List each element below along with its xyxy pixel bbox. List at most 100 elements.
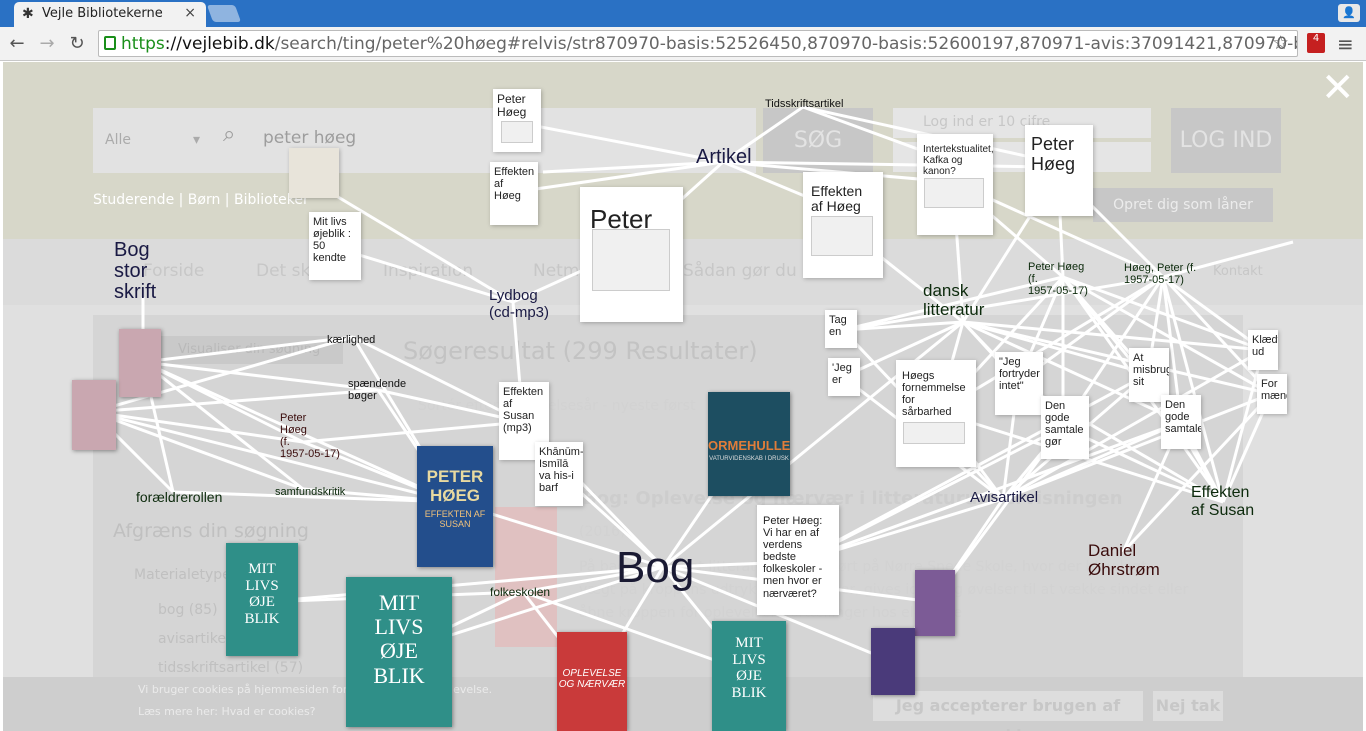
card-label: "Jeg fortryder intet" [999, 356, 1040, 393]
site-favicon-icon: ✱ [22, 6, 34, 22]
card-small-book-image[interactable] [289, 148, 339, 198]
card-peter-hoeg-right[interactable]: Peter Høeg [1025, 125, 1093, 216]
card-tag-en[interactable]: Tag en [825, 310, 857, 348]
subject-hoeg-peter[interactable]: Høeg, Peter (f. 1957-05-17) [1124, 262, 1196, 286]
card-intertekstualitet[interactable]: Intertekstualitet, Kafka og kanon? [917, 134, 993, 235]
card-label: Effekten af Høeg [811, 183, 863, 215]
card-label: Khānūm-i Ismīlā va his-i barf [539, 446, 583, 495]
url-scheme: https [121, 34, 165, 54]
hub-artikel[interactable]: Artikel [696, 146, 752, 168]
card-label: Tag en [829, 314, 847, 339]
browser-tab[interactable]: ✱ Vejle Bibliotekerne × [14, 2, 206, 27]
tab-title: Vejle Bibliotekerne [42, 6, 163, 21]
close-visualization-icon[interactable]: ✕ [1321, 68, 1355, 108]
close-tab-icon[interactable]: × [184, 5, 196, 21]
hub-avisartikel[interactable]: Avisartikel [970, 489, 1038, 507]
new-tab-button[interactable] [206, 5, 242, 22]
graph-edge [262, 565, 664, 604]
menu-icon[interactable]: ≡ [1337, 32, 1354, 56]
cover-daniel-ohrstrom-2[interactable] [871, 628, 915, 695]
card-klaedt-ud[interactable]: Klædt ud [1248, 330, 1278, 370]
card-den-gode-samtale[interactable]: Den gode samtale [1161, 395, 1201, 449]
page: Alle ▾ ⌕ peter høeg SØG Log ind er 10 ci… [3, 62, 1363, 731]
subject-peter-hoeg[interactable]: Peter Høeg (f. 1957-05-17) [280, 412, 340, 460]
card-label: Intertekstualitet, Kafka og kanon? [923, 144, 993, 177]
card-label: Effekten af Susan (mp3) [503, 386, 544, 435]
card-label: Mit livs øjeblik : 50 kendte [313, 216, 351, 265]
cover-author: PETER HØEG [426, 467, 484, 505]
card-mit-livs-ojeblik[interactable]: Mit livs øjeblik : 50 kendte [309, 212, 361, 280]
hub-bog-stor-skrift[interactable]: Bog stor skrift [114, 240, 156, 303]
subject-samfundskritik[interactable]: samfundskritik [275, 486, 345, 498]
card-jeg-er[interactable]: 'Jeg er [828, 358, 860, 396]
card-label: 'Jeg er [832, 362, 852, 387]
hub-lydbog[interactable]: Lydbog (cd-mp3) [489, 287, 549, 321]
lock-icon [104, 36, 116, 50]
hub-tidsskriftsartikel[interactable]: Tidsskriftsartikel [765, 98, 843, 110]
hub-bog[interactable]: Bog [616, 543, 694, 592]
graph-edge [514, 120, 724, 164]
card-at-misbruge-sit[interactable]: At misbruge sit [1129, 348, 1169, 402]
subject-daniel-ohrstrom[interactable]: Daniel Øhrstrøm [1088, 541, 1160, 579]
subject-peter-hoeg-2[interactable]: Peter Høeg (f. 1957-05-17) [1028, 261, 1088, 297]
ublock-extension-icon[interactable]: 4 [1307, 33, 1325, 53]
reload-icon[interactable]: ↻ [66, 33, 88, 54]
document-icon [811, 216, 873, 256]
card-label: Peter Høeg: Vi har en af verdens bedste … [763, 515, 823, 600]
forward-icon[interactable]: → [36, 33, 58, 54]
card-hoegs-fornemmelse[interactable]: Høegs fornemmelse for sårbarhed [896, 360, 976, 467]
card-label: For mænd [1261, 378, 1287, 403]
cover-title: MIT LIVS ØJE BLIK [731, 635, 767, 701]
card-effekten-mid[interactable]: Effekten af Høeg [803, 172, 883, 278]
graph-edge [92, 410, 304, 491]
cover-stor-skrift-1[interactable] [119, 329, 161, 397]
card-for-maend[interactable]: For mænd [1257, 374, 1287, 414]
back-icon[interactable]: ← [6, 33, 28, 54]
url-host: ://vejlebib.dk [164, 34, 275, 54]
tab-bar: ✱ Vejle Bibliotekerne × 👤 [0, 0, 1366, 27]
card-label: Den gode samtale [1165, 399, 1201, 436]
card-label: Klædt ud [1252, 334, 1278, 359]
cover-mit-livs-ojeblik-1[interactable]: MIT LIVS ØJE BLIK [226, 543, 298, 656]
subject-foraeldrerollen[interactable]: forældrerollen [136, 489, 222, 505]
cover-ormehullet[interactable]: ORMEHULLEN VATURVIDENSKAB I DRUSK [708, 392, 790, 496]
card-label: Høegs fornemmelse for sårbarhed [902, 370, 966, 419]
graph-edge [842, 275, 1164, 332]
subject-dansk-litteratur[interactable]: dansk litteratur [923, 281, 984, 319]
card-den-gode-samtale-gor[interactable]: Den gode samtale gør [1041, 396, 1089, 459]
cover-subtitle: VATURVIDENSKAB I DRUSK [709, 456, 789, 462]
cover-daniel-ohrstrom-1[interactable] [915, 570, 955, 636]
document-icon [924, 178, 984, 208]
graph-edge [142, 360, 379, 392]
card-peter-hoeg-small[interactable]: Peter Høeg [493, 89, 541, 152]
ext-badge: 4 [1312, 33, 1320, 44]
card-peter-hoeg-folkeskoler[interactable]: Peter Høeg: Vi har en af verdens bedste … [757, 505, 839, 615]
card-peter-hoeg-big[interactable]: Peter Høeg [580, 187, 683, 322]
cover-mit-livs-ojeblik-2[interactable]: MIT LIVS ØJE BLIK [346, 577, 452, 727]
document-icon [501, 121, 533, 143]
cover-stor-skrift-2[interactable] [72, 380, 116, 450]
cover-title: MIT LIVS ØJE BLIK [373, 590, 425, 688]
card-jeg-fortryder-intet[interactable]: "Jeg fortryder intet" [995, 352, 1043, 415]
card-khanum[interactable]: Khānūm-i Ismīlā va his-i barf [535, 442, 583, 506]
subject-effekten-af-susan[interactable]: Effekten af Susan [1191, 484, 1254, 519]
subject-spaendende-boger[interactable]: spændende bøger [348, 378, 406, 402]
graph-edge [142, 335, 354, 364]
card-effekten-small[interactable]: Effekten af Høeg [490, 162, 538, 225]
cover-mit-livs-ojeblik-3[interactable]: MIT LIVS ØJE BLIK [712, 621, 786, 731]
cover-effekten-af-susan[interactable]: PETER HØEG EFFEKTEN AF SUSAN [417, 446, 493, 567]
card-label: Peter Høeg [497, 92, 527, 120]
url-path: /search/ting/peter%20høeg#relvis/str8709… [274, 34, 1298, 54]
document-icon [592, 229, 670, 291]
browser-toolbar: ← → ↻ https://vejlebib.dk/search/ting/pe… [0, 27, 1366, 61]
subject-kaerlighed[interactable]: kærlighed [327, 334, 375, 346]
cover-title: MIT LIVS ØJE BLIK [244, 561, 280, 627]
cover-title: OPLEVELSE OG NÆRVÆR [558, 668, 626, 690]
address-bar[interactable]: https://vejlebib.dk/search/ting/peter%20… [98, 30, 1298, 57]
card-label: Effekten af Høeg [494, 166, 535, 203]
profile-icon[interactable]: 👤 [1338, 4, 1360, 22]
subject-folkeskolen[interactable]: folkeskolen [490, 585, 550, 599]
card-label: Den gode samtale gør [1045, 400, 1084, 449]
card-label: At misbruge sit [1133, 352, 1169, 389]
cover-oplevelse-og-naervaer[interactable]: OPLEVELSE OG NÆRVÆR [557, 632, 627, 731]
